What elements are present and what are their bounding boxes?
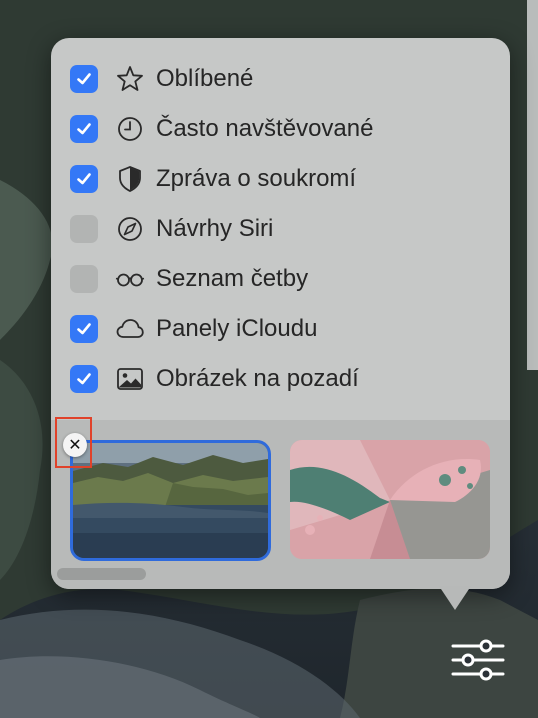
sliders-icon: [451, 639, 505, 681]
siri-suggestions-checkbox[interactable]: [70, 215, 98, 243]
thumbnails-scrollbar[interactable]: [57, 568, 146, 580]
focus-highlight-box: [55, 417, 92, 468]
option-label: Návrhy Siri: [156, 215, 274, 242]
option-label: Panely iCloudu: [156, 315, 318, 342]
compass-icon: [114, 214, 146, 244]
cloud-icon: [114, 314, 146, 344]
option-reading-list[interactable]: Seznam četby: [51, 254, 510, 304]
window-scrollbar[interactable]: [527, 0, 538, 370]
customize-start-page-popover: Oblíbené Často navštěvované Zpráva o sou…: [51, 38, 510, 589]
frequently-visited-checkbox[interactable]: [70, 115, 98, 143]
option-label: Zpráva o soukromí: [156, 165, 357, 192]
option-label: Často navštěvované: [156, 115, 374, 142]
option-icloud-tabs[interactable]: Panely iCloudu: [51, 304, 510, 354]
option-label: Obrázek na pozadí: [156, 365, 359, 392]
favorites-checkbox[interactable]: [70, 65, 98, 93]
option-privacy-report[interactable]: Zpráva o soukromí: [51, 154, 510, 204]
icloud-tabs-checkbox[interactable]: [70, 315, 98, 343]
background-image-checkbox[interactable]: [70, 365, 98, 393]
option-siri-suggestions[interactable]: Návrhy Siri: [51, 204, 510, 254]
reading-list-checkbox[interactable]: [70, 265, 98, 293]
customize-start-page-button[interactable]: [448, 634, 508, 686]
background-image-picker: ✕: [51, 417, 510, 589]
image-icon: [114, 364, 146, 394]
shield-icon: [114, 164, 146, 194]
star-icon: [114, 64, 146, 94]
clock-icon: [114, 114, 146, 144]
option-frequently-visited[interactable]: Často navštěvované: [51, 104, 510, 154]
option-favorites[interactable]: Oblíbené: [51, 54, 510, 104]
popover-arrow: [439, 586, 471, 610]
option-label: Seznam četby: [156, 265, 309, 292]
privacy-report-checkbox[interactable]: [70, 165, 98, 193]
glasses-icon: [114, 264, 146, 294]
background-thumbnail-coast[interactable]: [70, 440, 271, 561]
option-label: Oblíbené: [156, 65, 254, 92]
option-background-image[interactable]: Obrázek na pozadí: [51, 354, 510, 404]
section-list: Oblíbené Často navštěvované Zpráva o sou…: [51, 54, 510, 404]
background-thumbnail-butterfly[interactable]: [290, 440, 490, 559]
